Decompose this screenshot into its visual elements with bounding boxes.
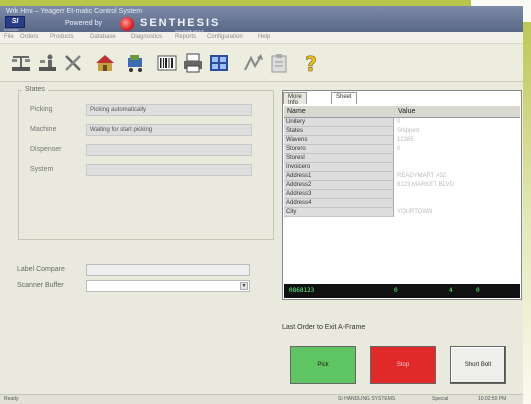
toolbar: ? [0,44,523,82]
order-number: 0868123 [289,287,315,294]
barcode-icon[interactable] [154,50,180,76]
row-value: READYMART #32 [397,173,447,179]
menu-help[interactable]: Help [258,34,270,40]
row-name: States [284,127,394,136]
svg-text:?: ? [305,52,317,74]
tab-more-info[interactable]: More Info [283,92,307,106]
si-logo-text: SI [11,18,19,25]
status-system: SI HANDLING SYSTEMS [338,396,396,402]
table-row[interactable]: Address3 [284,190,520,199]
row-name: Unitery [284,118,394,127]
row-value [396,154,520,163]
status-mode: Special [432,396,449,402]
label-compare-field[interactable] [86,264,250,276]
label-compare-label: Label Compare [17,266,65,273]
row-name: Address3 [284,190,394,199]
short-bolt-button[interactable]: Short Bolt [450,346,506,384]
powered-by-label: Powered by [65,20,102,27]
status-bar: Ready SI HANDLING SYSTEMS Special 10:02:… [0,394,523,404]
title-bar[interactable]: Wrk Hmi – Yeagerr Et-matic Control Syste… [0,6,523,33]
tab-sheet[interactable]: Sheet [331,92,357,104]
stop-button[interactable]: Stop [370,346,436,384]
senthesis-logo-icon [120,17,134,31]
row-value [396,190,520,199]
row-name: Address2 [284,181,394,190]
table-row[interactable]: States Shipped [284,127,520,136]
scale-icon[interactable] [8,50,34,76]
row-name: Address1 [284,172,394,181]
grid-icon[interactable] [206,50,232,76]
row-value [396,199,520,208]
row-value: 12385 [397,137,414,143]
status-ready: Ready [4,396,19,402]
si-logo: SI [5,16,25,28]
app-window: Wrk Hmi – Yeagerr Et-matic Control Syste… [0,6,523,404]
row-name: Wavens [284,136,394,145]
row-value: YOURTOWN [397,209,433,215]
scanner-buffer-select[interactable]: ▼ [86,280,250,292]
tools-icon[interactable] [60,50,86,76]
pick-button[interactable]: Pick [290,346,356,384]
dispenser-field [86,144,252,156]
dispenser-label: Dispenser [30,146,62,153]
clipboard-icon[interactable] [266,50,292,76]
system-label: System [30,166,54,173]
table-row[interactable]: Storero 0 [284,145,520,154]
row-name: Address4 [284,199,394,208]
status-time: 10:02:50 PM [478,396,507,402]
printer-icon[interactable] [180,50,206,76]
chevron-down-icon[interactable]: ▼ [240,282,248,290]
row-name: City [284,208,394,217]
picking-field: Picking automatically [86,104,252,116]
table-row[interactable]: Invoicero [284,163,520,172]
table-row[interactable]: Wavens 12385 [284,136,520,145]
order-status-bar: 0868123 0 4 0 [284,284,520,298]
menu-reports[interactable]: Reports [175,34,196,40]
system-field [86,164,252,176]
senthesis-brand: SENTHESIS [140,17,221,29]
help-icon[interactable]: ? [298,50,324,76]
menu-bar: File Orders Products Database Diagnostic… [0,32,523,44]
window-title: Wrk Hmi – Yeagerr Et-matic Control Syste… [6,8,143,15]
row-value: 0 [397,146,401,152]
machine-label: Machine [30,126,57,133]
cart-icon[interactable] [122,50,148,76]
table-row[interactable]: Storesl [284,154,520,163]
row-value [396,163,520,172]
table-row[interactable]: Unitery 0 [284,118,520,127]
machine-field: Waiting for start picking [86,124,252,136]
row-name: Storesl [284,154,394,163]
table-row[interactable]: City YOURTOWN [284,208,520,217]
picking-label: Picking [30,106,53,113]
row-value: 8123 MARKET BLVD [397,182,454,188]
order-count-a: 0 [394,287,398,294]
row-value: Shipped [397,128,420,134]
order-count-c: 0 [476,287,480,294]
states-legend: States [22,86,48,93]
row-value: 0 [397,119,401,125]
table-row[interactable]: Address4 [284,199,520,208]
row-name: Invoicero [284,163,394,172]
scanner-buffer-label: Scanner Buffer [17,282,64,289]
menu-orders[interactable]: Orders [20,34,38,40]
menu-file[interactable]: File [4,34,14,40]
table-row[interactable]: Address1 READYMART #32 [284,172,520,181]
table-row[interactable]: Address2 8123 MARKET BLVD [284,181,520,190]
photo-border-right [523,0,531,404]
row-name: Storero [284,145,394,154]
arrow-tool-icon[interactable] [240,50,266,76]
grid-header: Name Value [284,106,520,118]
house-icon[interactable] [92,50,118,76]
last-order-label: Last Order to Exit A-Frame [282,324,366,331]
menu-diagnostics[interactable]: Diagnostics [131,34,162,40]
menu-products[interactable]: Products [50,34,74,40]
menu-database[interactable]: Database [90,34,116,40]
menu-configuration[interactable]: Configuration [207,34,243,40]
grid-header-name: Name [287,108,306,115]
grid-header-value: Value [398,108,416,115]
order-count-b: 4 [449,287,453,294]
person-scale-icon[interactable] [34,50,60,76]
